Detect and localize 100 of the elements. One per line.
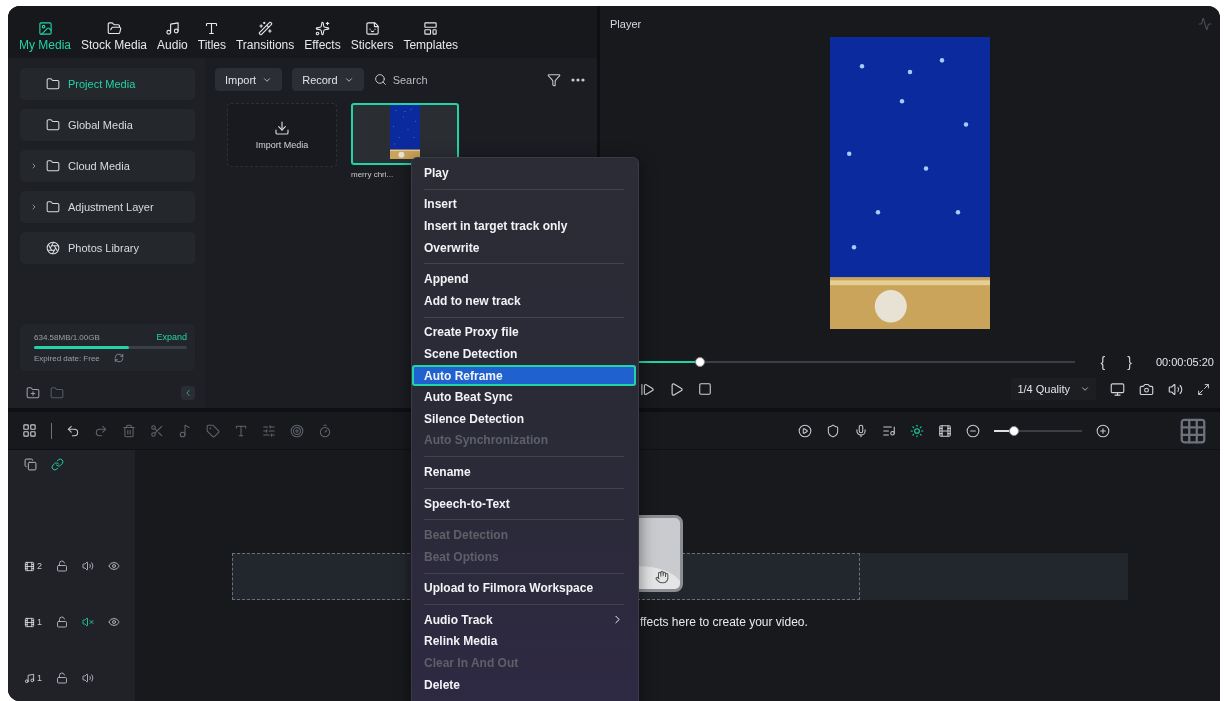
- zoom-thumb[interactable]: [1009, 425, 1020, 436]
- sidebar-item[interactable]: Photos Library: [20, 232, 195, 264]
- text-icon: [234, 423, 248, 438]
- monitor-icon: [1110, 381, 1125, 397]
- redo-icon: [94, 423, 108, 438]
- record-button[interactable]: Record: [292, 68, 364, 91]
- muted-speaker-icon: [82, 616, 94, 628]
- sidebar-item[interactable]: Adjustment Layer: [20, 191, 195, 223]
- mark-in[interactable]: {: [1094, 354, 1112, 370]
- search-icon: [373, 73, 387, 86]
- media-tab[interactable]: Stock Media: [76, 21, 153, 52]
- chevron-left-icon: [183, 388, 193, 398]
- tile-label: Import Media: [255, 140, 309, 150]
- folder-icon: [50, 386, 64, 400]
- clip-thumbnail[interactable]: [351, 103, 459, 165]
- expand-link[interactable]: Expand: [156, 332, 187, 342]
- menu-item[interactable]: Insert in target track only: [412, 215, 636, 237]
- menu-item[interactable]: Speech-to-Text: [412, 492, 636, 515]
- timer-icon: [318, 423, 332, 438]
- quality-dropdown[interactable]: 1/4 Quality: [1011, 378, 1096, 400]
- media-tab[interactable]: Effects: [299, 21, 346, 52]
- audio-track-icon: [24, 672, 35, 684]
- sidebar-item[interactable]: Project Media: [20, 68, 195, 100]
- sidebar-item[interactable]: Cloud Media: [20, 150, 195, 182]
- undo-icon: [66, 423, 80, 438]
- menu-item[interactable]: Auto Beat Sync: [412, 386, 636, 408]
- media-tab[interactable]: Templates: [398, 21, 464, 52]
- video-track-icon: [24, 616, 35, 628]
- import-button[interactable]: Import: [215, 68, 283, 91]
- menu-item[interactable]: Append: [412, 268, 636, 290]
- video-track-icon: [24, 560, 35, 572]
- trash-icon: [122, 423, 136, 438]
- eye-icon: [108, 560, 120, 572]
- menu-item[interactable]: Silence Detection: [412, 407, 636, 430]
- collapse-button[interactable]: [181, 386, 195, 400]
- media-tab[interactable]: Transitions: [231, 21, 300, 52]
- waveform-icon: [1198, 17, 1212, 31]
- folder-icon: [46, 159, 60, 173]
- caret-icon: [30, 203, 38, 211]
- menu-item[interactable]: Relink Media: [412, 630, 636, 653]
- menu-item[interactable]: Delete: [412, 673, 636, 696]
- image-icon: [37, 21, 53, 36]
- import-icon: [274, 120, 290, 136]
- folder-icon: [46, 77, 60, 91]
- play-icon: [669, 381, 684, 397]
- speaker-icon: [82, 672, 94, 684]
- timecode: 00:00:05:20: [1154, 356, 1214, 368]
- media-tab[interactable]: My Media: [14, 21, 76, 52]
- menu-item[interactable]: Add to new track: [412, 289, 636, 312]
- filter-icon: [547, 72, 561, 87]
- menu-item[interactable]: Play: [412, 162, 636, 184]
- menu-item[interactable]: Create Proxy file: [412, 321, 636, 344]
- player-title: Player: [610, 18, 642, 30]
- sticker-icon: [364, 21, 380, 36]
- scissors-icon: [150, 423, 164, 438]
- mark-out[interactable]: }: [1121, 354, 1138, 370]
- text-icon: [204, 21, 220, 36]
- playhead-thumb[interactable]: [694, 357, 705, 367]
- stop-icon: [698, 382, 712, 396]
- lock-icon: [56, 560, 68, 572]
- eye-icon: [108, 616, 120, 628]
- grid-icon: [22, 423, 37, 438]
- play-circle-icon: [798, 423, 812, 438]
- menu-item[interactable]: Auto Reframe: [412, 364, 636, 387]
- menu-item[interactable]: Insert: [412, 193, 636, 216]
- menu-item[interactable]: Audio Track: [412, 609, 636, 631]
- caret-icon: [30, 162, 38, 170]
- menu-item[interactable]: Rename: [412, 461, 636, 483]
- lock-icon: [56, 672, 68, 684]
- media-tab[interactable]: Stickers: [345, 21, 399, 52]
- sparkle-icon: [314, 21, 330, 36]
- hand-icon: [655, 570, 669, 584]
- fullscreen-icon: [1197, 382, 1210, 396]
- track-number: 1: [37, 673, 42, 683]
- new-folder-icon: [26, 386, 40, 400]
- import-media-tile[interactable]: Import Media: [227, 103, 337, 167]
- media-tab[interactable]: Titles: [192, 21, 231, 52]
- step-forward-icon: [640, 381, 655, 397]
- sidebar-item[interactable]: Global Media: [20, 109, 195, 141]
- search-field[interactable]: Search: [390, 72, 515, 87]
- menu-item[interactable]: Overwrite: [412, 236, 636, 259]
- sliders-icon: [262, 423, 276, 438]
- folder-icon: [106, 21, 122, 36]
- timeline-hint: ffects here to create your video.: [640, 615, 809, 629]
- menu-item[interactable]: Upload to Filmora Workspace: [412, 577, 636, 600]
- add-track-icon: [24, 458, 37, 471]
- marker-icon: [826, 423, 840, 438]
- storage-usage: 634.58MB/1.00GB: [34, 332, 100, 342]
- expiry-date: Expired date: Free: [34, 353, 100, 363]
- menu-item[interactable]: Scene Detection: [412, 343, 636, 365]
- clip-name: merry chri...: [351, 170, 394, 179]
- speaker-icon: [82, 560, 94, 572]
- media-tab[interactable]: Audio: [152, 21, 193, 52]
- music-note-icon: [164, 21, 180, 36]
- link-icon: [51, 458, 64, 471]
- music-icon: [178, 423, 192, 438]
- microphone-icon: [854, 423, 868, 438]
- more-icon[interactable]: [571, 77, 585, 82]
- chevron-down-icon: [1080, 384, 1090, 394]
- music-list-icon: [882, 423, 896, 438]
